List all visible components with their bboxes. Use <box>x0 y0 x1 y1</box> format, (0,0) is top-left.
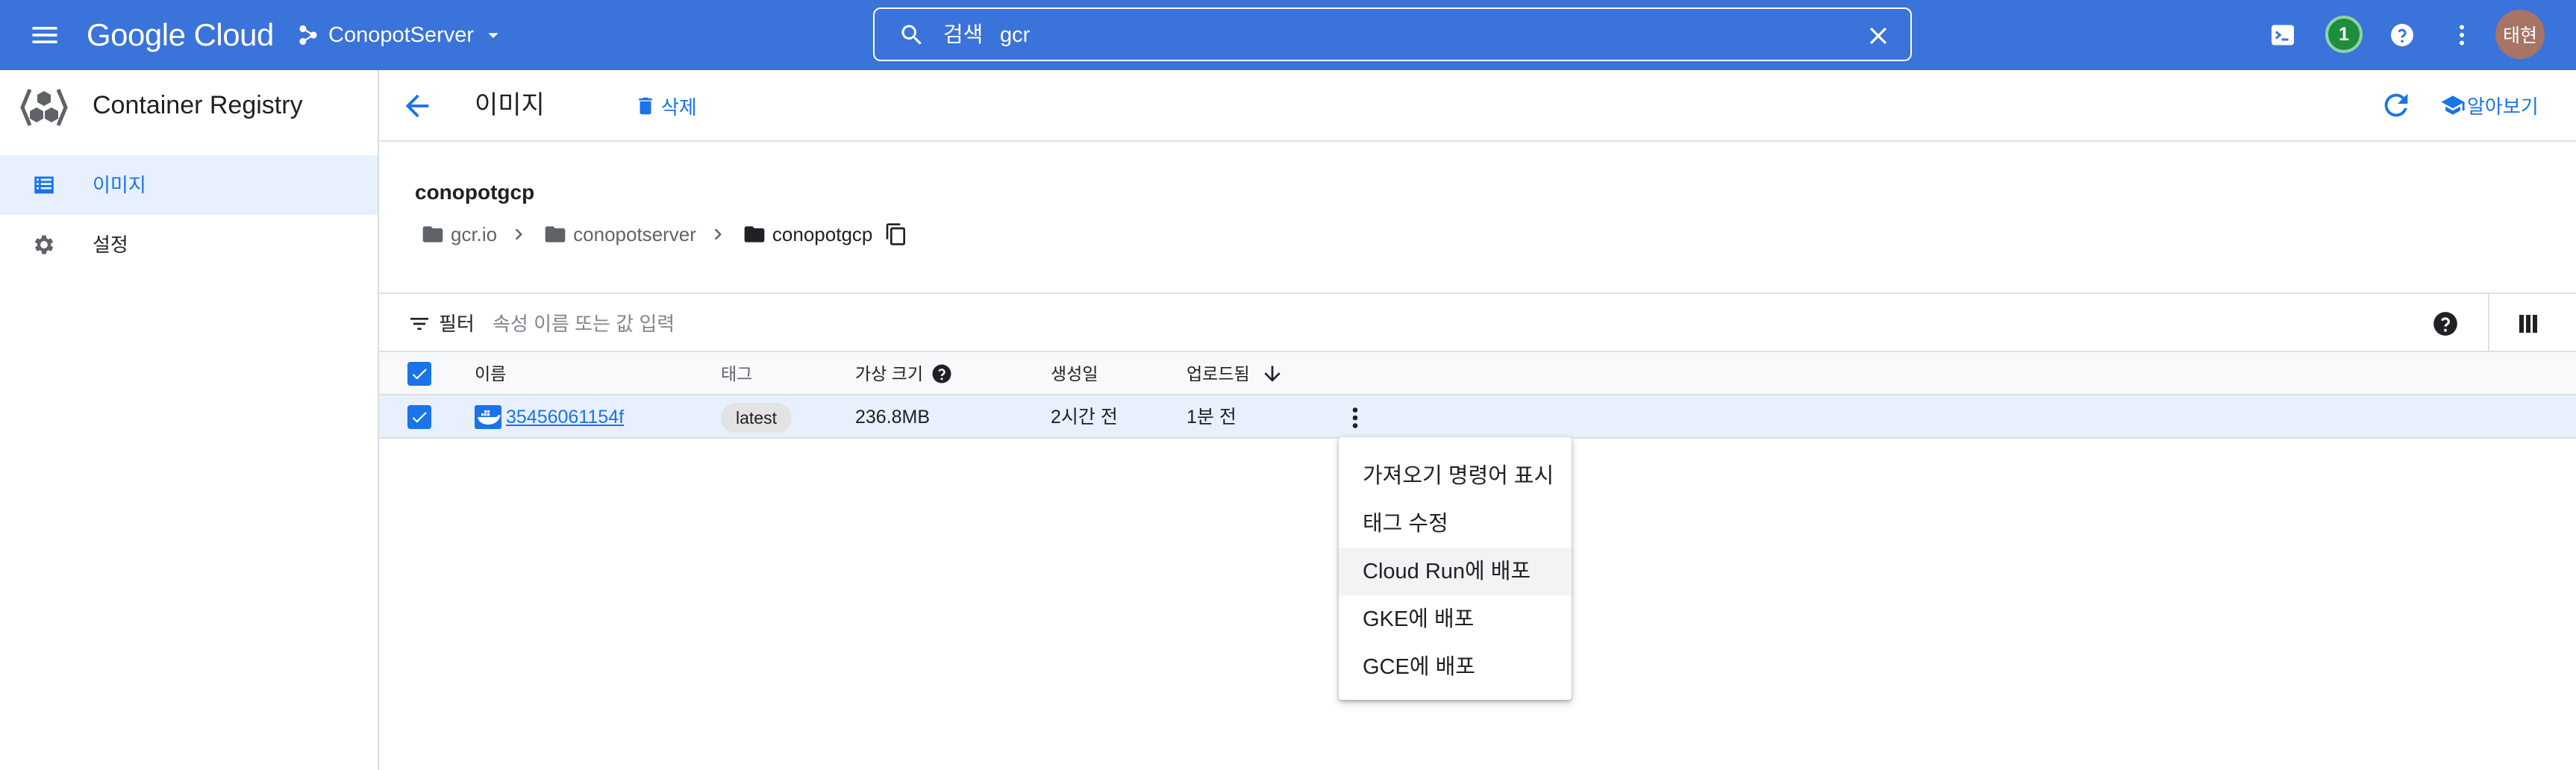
check-icon <box>412 412 427 423</box>
page-title: 이미지 <box>475 91 545 119</box>
delete-label: 삭제 <box>661 96 697 119</box>
column-display-icon[interactable] <box>2515 310 2542 337</box>
breadcrumb: gcr.io conopotserver conopotgcp <box>421 221 908 248</box>
hamburger-menu-icon[interactable] <box>28 19 61 51</box>
project-selector[interactable]: ConopotServer <box>296 18 505 52</box>
chevron-right-icon <box>515 228 523 240</box>
image-digest: 35456061154f <box>506 407 625 428</box>
menu-item-deploy-gke[interactable]: GKE에 배포 <box>1339 595 1572 643</box>
product-header: Container Registry <box>0 70 378 142</box>
sidebar-item-settings[interactable]: 설정 <box>0 215 378 275</box>
google-cloud-logo[interactable]: Google Cloud <box>87 14 274 56</box>
divider <box>2488 294 2489 352</box>
column-header-tag[interactable]: 태그 <box>721 362 752 386</box>
search-label: 검색 <box>943 23 984 47</box>
chevron-down-icon <box>488 33 498 38</box>
more-vert-icon[interactable] <box>2445 18 2479 52</box>
table-row[interactable]: 35456061154f latest 236.8MB 2시간 전 1분 전 <box>379 395 2576 439</box>
breadcrumb-item[interactable]: gcr.io <box>451 223 497 246</box>
refresh-icon[interactable] <box>2379 88 2413 122</box>
product-title: Container Registry <box>93 91 303 119</box>
column-header-virtual-size[interactable]: 가상 크기 <box>855 362 953 386</box>
column-header-uploaded[interactable]: 업로드됨 <box>1187 362 1284 386</box>
select-all-checkbox[interactable] <box>407 362 431 386</box>
learn-button[interactable]: 알아보기 <box>2440 89 2539 122</box>
chevron-right-icon <box>714 228 722 240</box>
docker-icon <box>475 405 501 429</box>
help-icon[interactable] <box>2385 18 2419 52</box>
sidebar-item-label: 설정 <box>93 234 128 256</box>
container-registry-logo-icon <box>20 89 68 126</box>
folder-icon <box>422 226 443 242</box>
help-icon[interactable] <box>2431 310 2460 338</box>
list-icon <box>34 176 54 194</box>
filter-icon <box>410 318 428 330</box>
cloud-shell-icon[interactable] <box>2266 18 2300 52</box>
uploaded-cell: 1분 전 <box>1187 407 1237 428</box>
help-icon[interactable] <box>931 363 953 385</box>
column-header-uploaded-label: 업로드됨 <box>1187 364 1250 384</box>
repository-name: conopotgcp <box>415 181 535 204</box>
action-bar: 이미지 삭제 알아보기 <box>379 70 2576 142</box>
menu-item-deploy-cloud-run[interactable]: Cloud Run에 배포 <box>1339 548 1572 595</box>
breadcrumb-item[interactable]: conopotserver <box>573 223 696 246</box>
breadcrumb-current: conopotgcp <box>772 222 873 245</box>
column-header-virtual-size-label: 가상 크기 <box>855 364 924 384</box>
sidebar-item-label: 이미지 <box>93 174 146 196</box>
created-cell: 2시간 전 <box>1051 407 1118 428</box>
search-icon <box>901 25 922 45</box>
trash-icon <box>639 97 652 115</box>
check-icon <box>412 369 427 380</box>
table-header: 이름 태그 가상 크기 생성일 업로드됨 <box>379 352 2576 395</box>
filter-label: 필터 <box>439 313 475 335</box>
project-name: ConopotServer <box>328 22 475 47</box>
sidebar-item-images[interactable]: 이미지 <box>0 155 378 215</box>
avatar[interactable]: 태현 <box>2495 10 2545 59</box>
gear-icon <box>34 235 54 254</box>
column-header-name[interactable]: 이름 <box>475 362 506 386</box>
copy-icon[interactable] <box>884 222 908 246</box>
virtual-size-cell: 236.8MB <box>855 407 931 428</box>
row-actions-menu: 가져오기 명령어 표시 태그 수정 Cloud Run에 배포 GKE에 배포 … <box>1339 437 1572 700</box>
more-vert-icon[interactable] <box>1342 404 1369 431</box>
column-header-created[interactable]: 생성일 <box>1051 362 1098 386</box>
tag-chip[interactable]: latest <box>721 403 792 433</box>
filter-bar: 필터 <box>379 292 2576 352</box>
arrow-down-icon <box>1263 366 1281 382</box>
menu-item-show-pull-command[interactable]: 가져오기 명령어 표시 <box>1339 452 1572 500</box>
menu-item-edit-tags[interactable]: 태그 수정 <box>1339 500 1572 548</box>
search-input[interactable] <box>1000 19 1821 51</box>
project-hierarchy-icon <box>299 25 317 46</box>
notification-badge[interactable]: 1 <box>2325 16 2363 53</box>
search-box[interactable]: 검색 <box>873 7 1912 61</box>
school-icon <box>2441 96 2465 115</box>
row-checkbox[interactable] <box>407 405 431 429</box>
back-arrow-icon[interactable] <box>400 89 434 123</box>
learn-label: 알아보기 <box>2467 95 2539 118</box>
clear-search-icon[interactable] <box>1864 22 1892 50</box>
image-digest-link[interactable]: 35456061154f <box>475 405 624 429</box>
delete-button[interactable]: 삭제 <box>634 90 697 122</box>
menu-item-deploy-gce[interactable]: GCE에 배포 <box>1339 643 1572 691</box>
folder-icon <box>545 226 566 242</box>
top-app-bar: Google Cloud ConopotServer 검색 1 태현 <box>0 0 2576 70</box>
folder-icon <box>744 226 765 242</box>
sidebar: Container Registry 이미지 설정 <box>0 70 379 770</box>
filter-input[interactable] <box>493 309 1388 339</box>
